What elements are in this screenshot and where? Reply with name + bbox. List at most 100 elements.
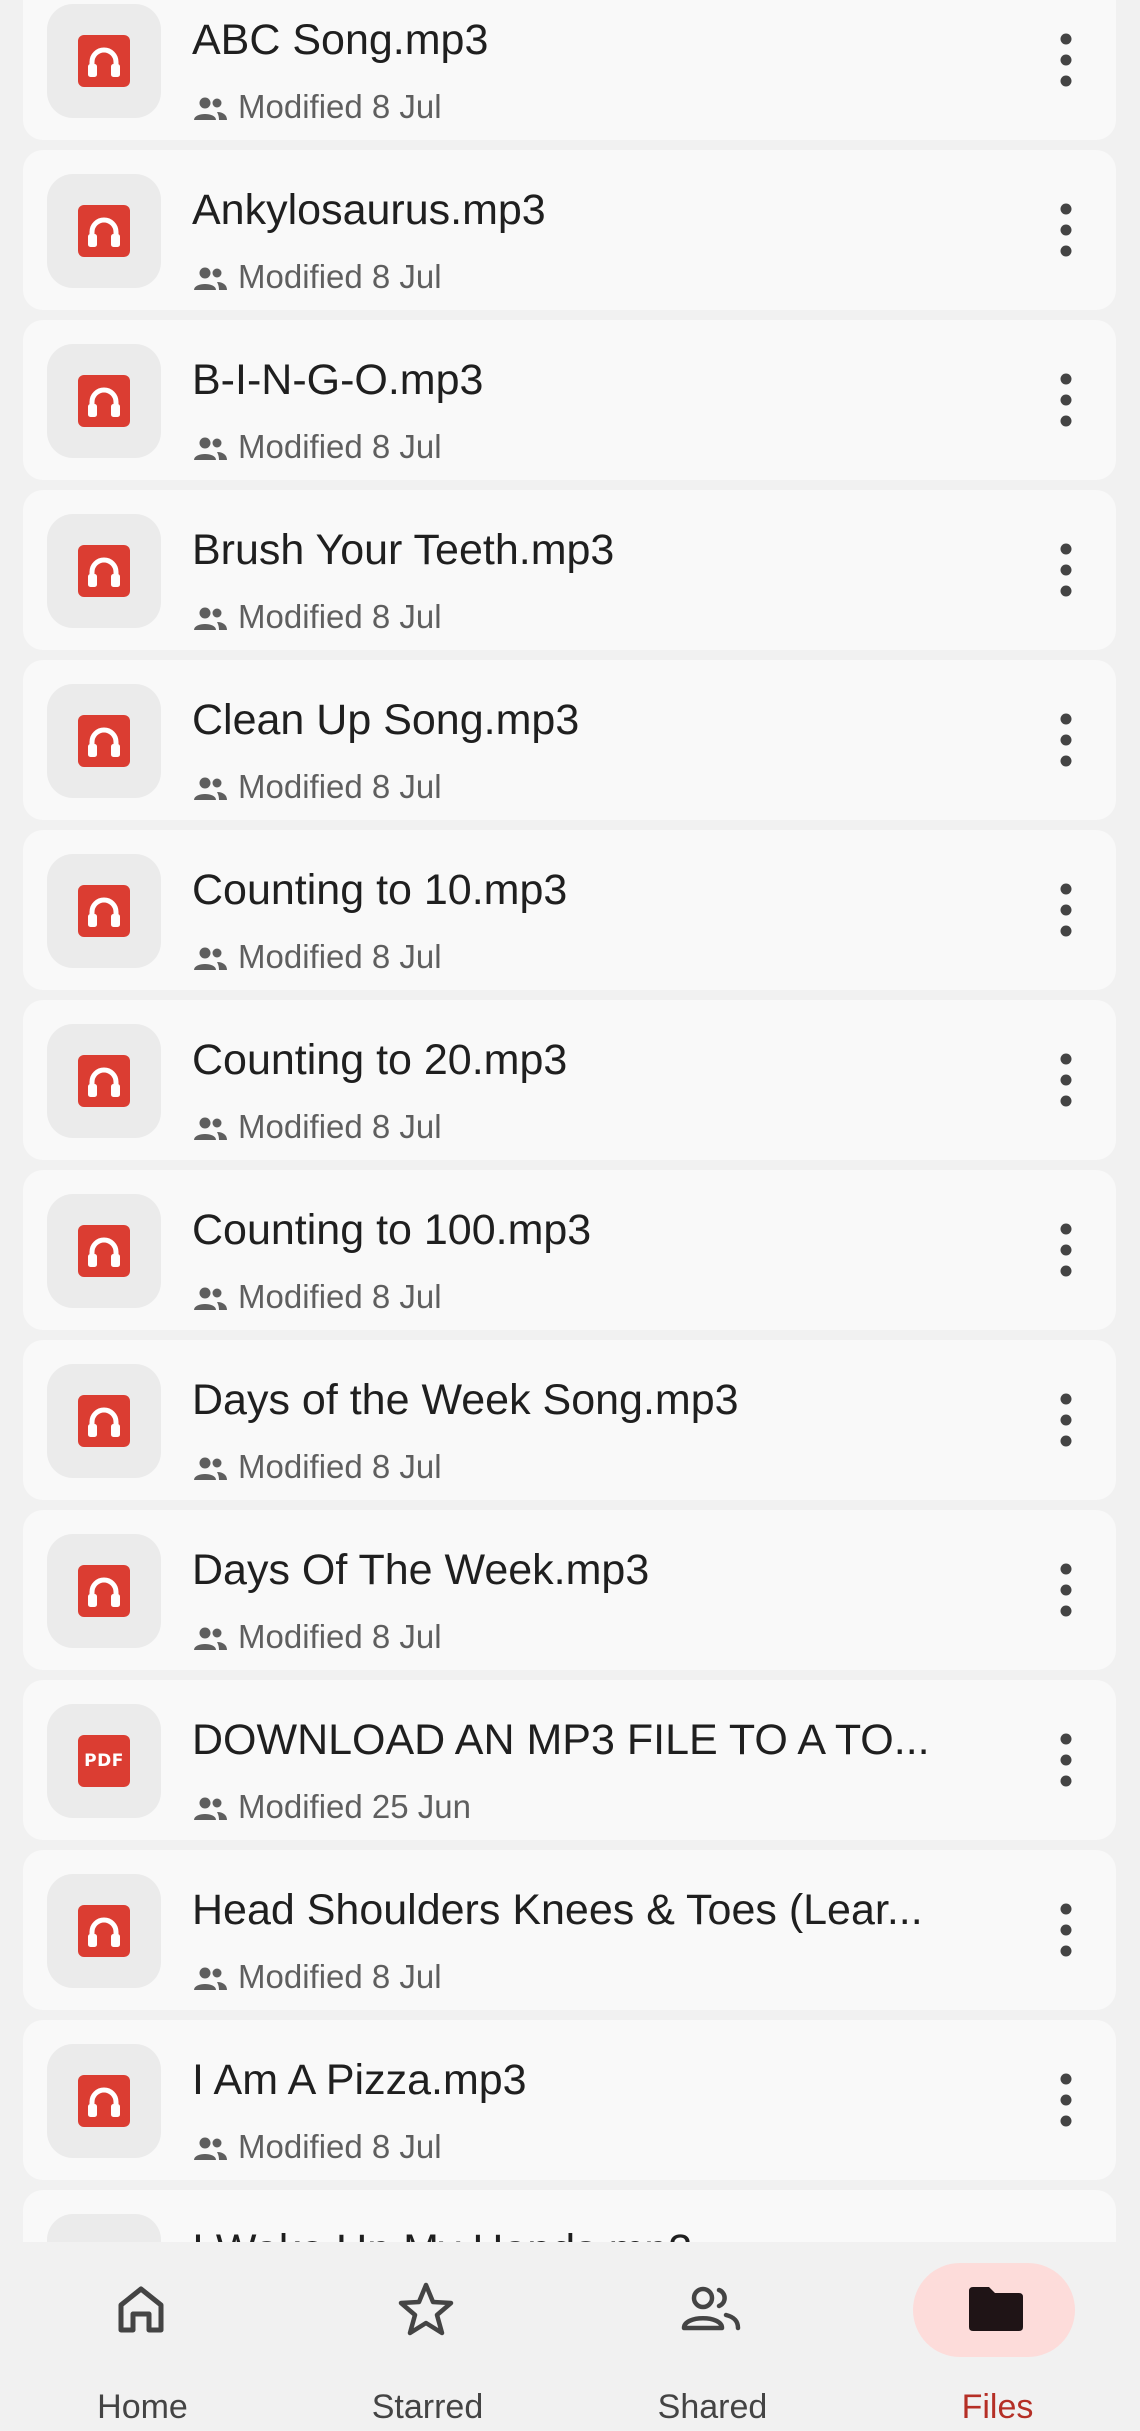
- file-name: Ankylosaurus.mp3: [192, 186, 546, 234]
- more-vert-icon[interactable]: [1036, 190, 1096, 270]
- file-row[interactable]: PDF DOWNLOAD AN MP3 FILE TO A TO... Modi…: [23, 1680, 1116, 1840]
- people-icon: [194, 947, 227, 970]
- file-row[interactable]: I Am A Pizza.mp3 Modified 8 Jul: [23, 2020, 1116, 2180]
- nav-files[interactable]: Files: [855, 2242, 1140, 2431]
- more-vert-icon[interactable]: [1036, 1210, 1096, 1290]
- file-name: I Wake Up My Hands.mp3: [192, 2224, 992, 2242]
- people-icon: [194, 1627, 227, 1650]
- headphones-icon: [78, 1055, 130, 1107]
- file-thumbnail: [47, 1534, 161, 1648]
- home-icon: [118, 2286, 164, 2333]
- file-name: Brush Your Teeth.mp3: [192, 526, 615, 574]
- more-vert-icon[interactable]: [1036, 1890, 1096, 1970]
- file-name: Head Shoulders Knees & Toes (Lear...: [192, 1886, 923, 1934]
- more-vert-icon[interactable]: [1036, 700, 1096, 780]
- modified-date: Modified 8 Jul: [238, 428, 442, 465]
- file-thumbnail: [47, 854, 161, 968]
- file-list: ABC Song.mp3 Modified 8 Jul Ankylosaurus…: [0, 0, 1140, 2242]
- file-row[interactable]: Counting to 20.mp3 Modified 8 Jul: [23, 1000, 1116, 1160]
- more-vert-icon[interactable]: [1036, 1380, 1096, 1460]
- file-thumbnail: [47, 1364, 161, 1478]
- nav-home[interactable]: Home: [0, 2242, 285, 2431]
- file-thumbnail: [47, 2044, 161, 2158]
- nav-label: Starred: [371, 2388, 484, 2426]
- pdf-label: PDF: [84, 1751, 124, 1771]
- file-row[interactable]: Days Of The Week.mp3 Modified 8 Jul: [23, 1510, 1116, 1670]
- file-thumbnail: [47, 1024, 161, 1138]
- file-name: Days of the Week Song.mp3: [192, 1376, 739, 1424]
- star-icon: [398, 2282, 454, 2336]
- nav-label: Shared: [657, 2388, 768, 2426]
- modified-date: Modified 8 Jul: [238, 1278, 442, 1315]
- headphones-icon: [78, 885, 130, 937]
- file-name: Days Of The Week.mp3: [192, 1546, 650, 1594]
- file-name: Counting to 100.mp3: [192, 1206, 592, 1254]
- more-vert-icon[interactable]: [1036, 1720, 1096, 1800]
- file-row[interactable]: Brush Your Teeth.mp3 Modified 8 Jul: [23, 490, 1116, 650]
- nav-starred[interactable]: Starred: [285, 2242, 570, 2431]
- people-icon: [194, 1287, 227, 1310]
- more-vert-icon[interactable]: [1036, 2060, 1096, 2140]
- file-row[interactable]: Head Shoulders Knees & Toes (Lear... Mod…: [23, 1850, 1116, 2010]
- file-thumbnail: [47, 174, 161, 288]
- bottom-navigation: Home Starred Shared Files: [0, 2242, 1140, 2431]
- modified-date: Modified 8 Jul: [238, 258, 442, 295]
- file-name: I Am A Pizza.mp3: [192, 2056, 527, 2104]
- more-vert-icon[interactable]: [1036, 1550, 1096, 1630]
- people-icon: [194, 97, 227, 120]
- headphones-icon: [78, 375, 130, 427]
- file-row[interactable]: Days of the Week Song.mp3 Modified 8 Jul: [23, 1340, 1116, 1500]
- file-thumbnail: [47, 1874, 161, 1988]
- file-thumbnail: [47, 344, 161, 458]
- file-name: Counting to 20.mp3: [192, 1036, 568, 1084]
- file-thumbnail: [47, 684, 161, 798]
- more-vert-icon[interactable]: [1036, 360, 1096, 440]
- more-vert-icon[interactable]: [1036, 20, 1096, 100]
- file-thumbnail: [47, 1194, 161, 1308]
- more-vert-icon[interactable]: [1036, 2230, 1096, 2242]
- modified-date: Modified 8 Jul: [238, 1618, 442, 1655]
- people-icon: [194, 267, 227, 290]
- modified-date: Modified 8 Jul: [238, 598, 442, 635]
- modified-date: Modified 8 Jul: [238, 2128, 442, 2165]
- file-thumbnail: PDF: [47, 1704, 161, 1818]
- file-thumbnail: [47, 2214, 161, 2242]
- people-icon: [194, 607, 227, 630]
- file-row[interactable]: ABC Song.mp3 Modified 8 Jul: [23, 0, 1116, 140]
- file-row[interactable]: B-I-N-G-O.mp3 Modified 8 Jul: [23, 320, 1116, 480]
- nav-label: Home: [97, 2388, 188, 2426]
- people-icon: [194, 437, 227, 460]
- more-vert-icon[interactable]: [1036, 530, 1096, 610]
- headphones-icon: [78, 1905, 130, 1957]
- file-name: DOWNLOAD AN MP3 FILE TO A TO...: [192, 1716, 930, 1764]
- modified-date: Modified 8 Jul: [238, 88, 442, 125]
- people-icon: [194, 777, 227, 800]
- file-row[interactable]: Counting to 100.mp3 Modified 8 Jul: [23, 1170, 1116, 1330]
- more-vert-icon[interactable]: [1036, 870, 1096, 950]
- modified-date: Modified 25 Jun: [238, 1788, 471, 1825]
- more-vert-icon[interactable]: [1036, 1040, 1096, 1120]
- nav-label: Files: [961, 2388, 1034, 2426]
- modified-date: Modified 8 Jul: [238, 1448, 442, 1485]
- folder-icon: [969, 2287, 1023, 2331]
- people-icon: [194, 1117, 227, 1140]
- nav-shared[interactable]: Shared: [570, 2242, 855, 2431]
- file-name: B-I-N-G-O.mp3: [192, 356, 484, 404]
- file-name: ABC Song.mp3: [192, 16, 489, 64]
- modified-date: Modified 8 Jul: [238, 1108, 442, 1145]
- file-row[interactable]: Counting to 10.mp3 Modified 8 Jul: [23, 830, 1116, 990]
- file-row[interactable]: I Wake Up My Hands.mp3: [23, 2190, 1116, 2242]
- modified-date: Modified 8 Jul: [238, 1958, 442, 1995]
- file-thumbnail: [47, 4, 161, 118]
- file-row[interactable]: Ankylosaurus.mp3 Modified 8 Jul: [23, 150, 1116, 310]
- file-row[interactable]: Clean Up Song.mp3 Modified 8 Jul: [23, 660, 1116, 820]
- file-thumbnail: [47, 514, 161, 628]
- people-icon: [194, 1967, 227, 1990]
- headphones-icon: [78, 205, 130, 257]
- people-icon: [194, 1457, 227, 1480]
- pdf-icon: PDF: [78, 1735, 130, 1787]
- people-icon: [681, 2286, 741, 2331]
- modified-date: Modified 8 Jul: [238, 768, 442, 805]
- headphones-icon: [78, 1225, 130, 1277]
- headphones-icon: [78, 35, 130, 87]
